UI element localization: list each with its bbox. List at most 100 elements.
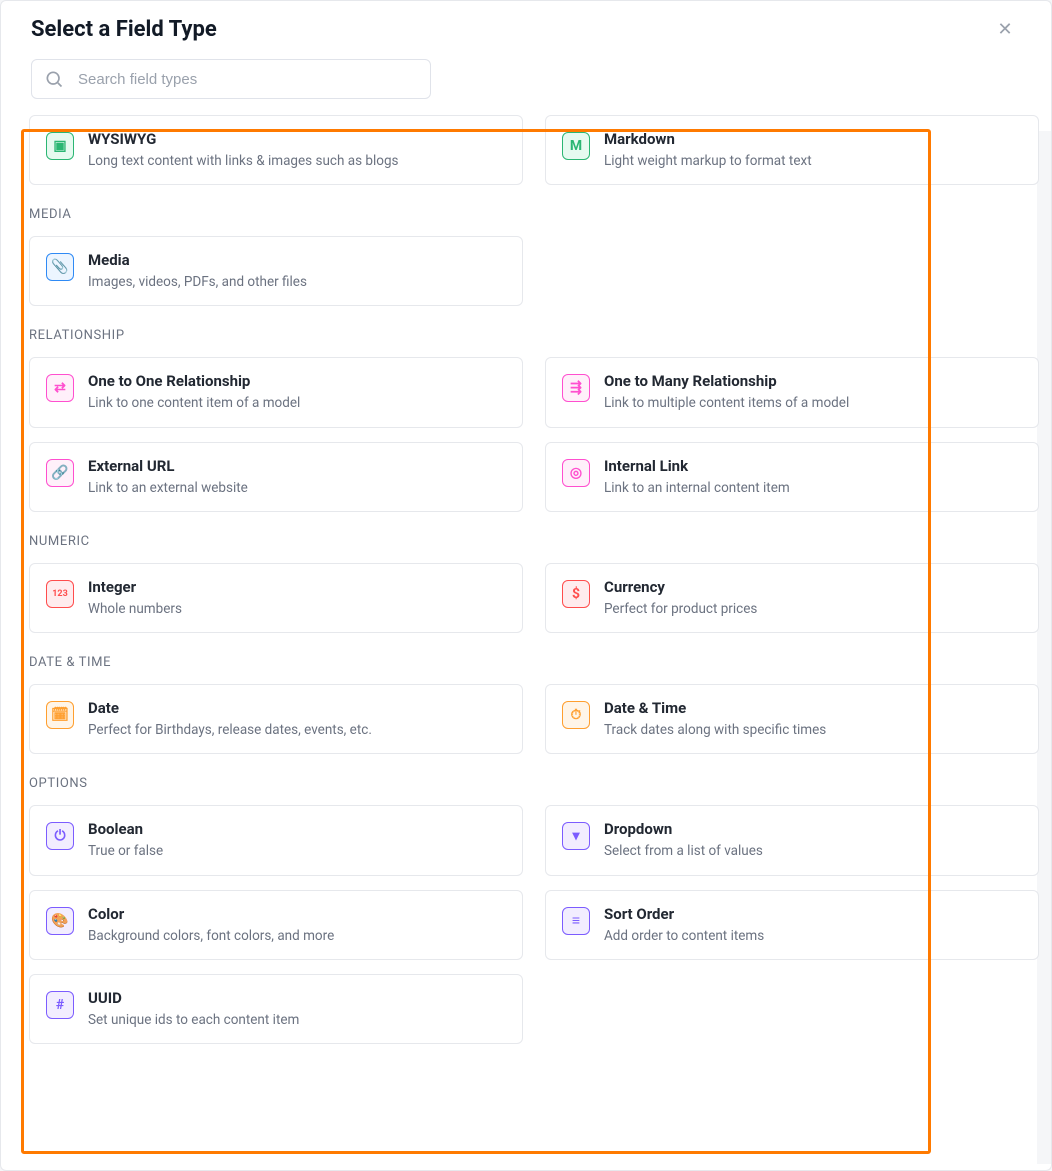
field-card-integer[interactable]: 123 Integer Whole numbers	[29, 563, 523, 633]
wysiwyg-icon: ▣	[46, 132, 74, 160]
dropdown-icon: ▾	[562, 822, 590, 850]
card-title: Sort Order	[604, 905, 764, 923]
field-card-sort-order[interactable]: ≡ Sort Order Add order to content items	[545, 890, 1039, 960]
card-subtitle: Select from a list of values	[604, 842, 763, 860]
search-row	[1, 45, 1051, 115]
card-title: Media	[88, 251, 307, 269]
cards-grid: ⇄ One to One Relationship Link to one cont…	[29, 357, 1039, 511]
card-subtitle: Add order to content items	[604, 927, 764, 945]
toggle-icon: ⏻	[46, 822, 74, 850]
markdown-icon: M	[562, 132, 590, 160]
currency-icon: $	[562, 580, 590, 608]
card-title: One to Many Relationship	[604, 372, 849, 390]
card-subtitle: True or false	[88, 842, 163, 860]
list-order-icon: ≡	[562, 907, 590, 935]
card-subtitle: Whole numbers	[88, 600, 182, 618]
card-subtitle: Light weight markup to format text	[604, 152, 812, 170]
field-card-one-to-one[interactable]: ⇄ One to One Relationship Link to one cont…	[29, 357, 523, 427]
card-title: Integer	[88, 578, 182, 596]
attachment-icon: 📎	[46, 253, 74, 281]
card-subtitle: Background colors, font colors, and more	[88, 927, 334, 945]
search-input[interactable]	[76, 70, 418, 89]
card-title: Date	[88, 699, 372, 717]
card-subtitle: Link to an internal content item	[604, 479, 790, 497]
search-icon	[44, 69, 64, 89]
card-subtitle: Images, videos, PDFs, and other files	[88, 273, 307, 291]
section-label: RELATIONSHIP	[29, 328, 1039, 343]
field-card-media[interactable]: 📎 Media Images, videos, PDFs, and other fi…	[29, 236, 523, 306]
section-label: DATE & TIME	[29, 655, 1039, 670]
card-text: Color Background colors, font colors, and…	[88, 905, 334, 945]
card-subtitle: Perfect for Birthdays, release dates, ev…	[88, 721, 372, 739]
card-text: UUID Set unique ids to each content item	[88, 989, 299, 1029]
cards-grid: ▣ WYSIWYG Long text content with links & i…	[29, 115, 1039, 185]
card-text: One to One Relationship Link to one conte…	[88, 372, 300, 412]
card-text: Date & Time Track dates along with specif…	[604, 699, 826, 739]
card-subtitle: Long text content with links & images su…	[88, 152, 399, 170]
one-to-one-icon: ⇄	[46, 374, 74, 402]
section-label: NUMERIC	[29, 534, 1039, 549]
card-text: Boolean True or false	[88, 820, 163, 860]
field-card-markdown[interactable]: M Markdown Light weight markup to format t…	[545, 115, 1039, 185]
card-subtitle: Link to one content item of a model	[88, 394, 300, 412]
close-button[interactable]: ✕	[989, 13, 1021, 45]
card-subtitle: Set unique ids to each content item	[88, 1011, 299, 1029]
card-text: WYSIWYG Long text content with links & im…	[88, 130, 399, 170]
card-text: Date Perfect for Birthdays, release dates…	[88, 699, 372, 739]
cards-grid: 123 Integer Whole numbers $ Currency Perfect …	[29, 563, 1039, 633]
section-datetime: DATE & TIME 🗓 Date Perfect for Birthdays, r…	[29, 655, 1039, 754]
section-relationship: RELATIONSHIP ⇄ One to One Relationship Link…	[29, 328, 1039, 511]
card-title: External URL	[88, 457, 248, 475]
card-subtitle: Link to multiple content items of a mode…	[604, 394, 849, 412]
card-text: Currency Perfect for product prices	[604, 578, 757, 618]
field-card-currency[interactable]: $ Currency Perfect for product prices	[545, 563, 1039, 633]
card-text: External URLLink to an external website	[88, 457, 248, 497]
card-text: Sort Order Add order to content items	[604, 905, 764, 945]
field-card-internal-link[interactable]: ◎Internal LinkLink to an internal conten…	[545, 442, 1039, 512]
card-title: Dropdown	[604, 820, 763, 838]
cards-grid: ⏻ Boolean True or false ▾ Dropdown Select fro…	[29, 805, 1039, 1044]
section-numeric: NUMERIC 123 Integer Whole numbers $ Currency P…	[29, 534, 1039, 633]
field-card-dropdown[interactable]: ▾ Dropdown Select from a list of values	[545, 805, 1039, 875]
card-title: Date & Time	[604, 699, 826, 717]
modal-title: Select a Field Type	[31, 17, 217, 42]
field-card-date-time[interactable]: ⏱ Date & Time Track dates along with speci…	[545, 684, 1039, 754]
modal-header: Select a Field Type ✕	[1, 1, 1051, 45]
integer-icon: 123	[46, 580, 74, 608]
field-card-uuid[interactable]: #UUIDSet unique ids to each content item	[29, 974, 523, 1044]
cards-grid: 📎 Media Images, videos, PDFs, and other fi…	[29, 236, 1039, 306]
field-card-one-to-many[interactable]: ⇶ One to Many Relationship Link to multipl…	[545, 357, 1039, 427]
card-title: WYSIWYG	[88, 130, 399, 148]
palette-icon: 🎨	[46, 907, 74, 935]
card-text: One to Many Relationship Link to multiple…	[604, 372, 849, 412]
section-media: MEDIA📎MediaImages, videos, PDFs, and oth…	[29, 207, 1039, 306]
field-card-wysiwyg[interactable]: ▣ WYSIWYG Long text content with links & i…	[29, 115, 523, 185]
link-icon: 🔗	[46, 459, 74, 487]
card-text: Media Images, videos, PDFs, and other fil…	[88, 251, 307, 291]
card-title: One to One Relationship	[88, 372, 300, 390]
card-title: Markdown	[604, 130, 812, 148]
section-text: ▣ WYSIWYG Long text content with links & i…	[29, 115, 1039, 185]
field-card-external-url[interactable]: 🔗 External URLLink to an external website	[29, 442, 523, 512]
card-title: Color	[88, 905, 334, 923]
card-subtitle: Perfect for product prices	[604, 600, 757, 618]
search-box[interactable]	[31, 59, 431, 99]
card-text: Markdown Light weight markup to format te…	[604, 130, 812, 170]
card-title: Internal Link	[604, 457, 790, 475]
field-type-list: ▣ WYSIWYG Long text content with links & i…	[1, 115, 1051, 1151]
card-title: Boolean	[88, 820, 163, 838]
card-text: Internal Link Link to an internal content…	[604, 457, 790, 497]
calendar-icon: 🗓	[46, 701, 74, 729]
field-card-boolean[interactable]: ⏻ Boolean True or false	[29, 805, 523, 875]
one-to-many-icon: ⇶	[562, 374, 590, 402]
card-title: Currency	[604, 578, 757, 596]
field-card-date[interactable]: 🗓 Date Perfect for Birthdays, release date…	[29, 684, 523, 754]
field-card-color[interactable]: 🎨 Color Background colors, font colors, an…	[29, 890, 523, 960]
clock-icon: ⏱	[562, 701, 590, 729]
cards-grid: 🗓 Date Perfect for Birthdays, release date…	[29, 684, 1039, 754]
card-title: UUID	[88, 989, 299, 1007]
section-options: OPTIONS⏻BooleanTrue or false▾DropdownSel…	[29, 776, 1039, 1044]
close-icon: ✕	[997, 19, 1012, 40]
card-text: Dropdown Select from a list of values	[604, 820, 763, 860]
card-subtitle: Track dates along with specific times	[604, 721, 826, 739]
